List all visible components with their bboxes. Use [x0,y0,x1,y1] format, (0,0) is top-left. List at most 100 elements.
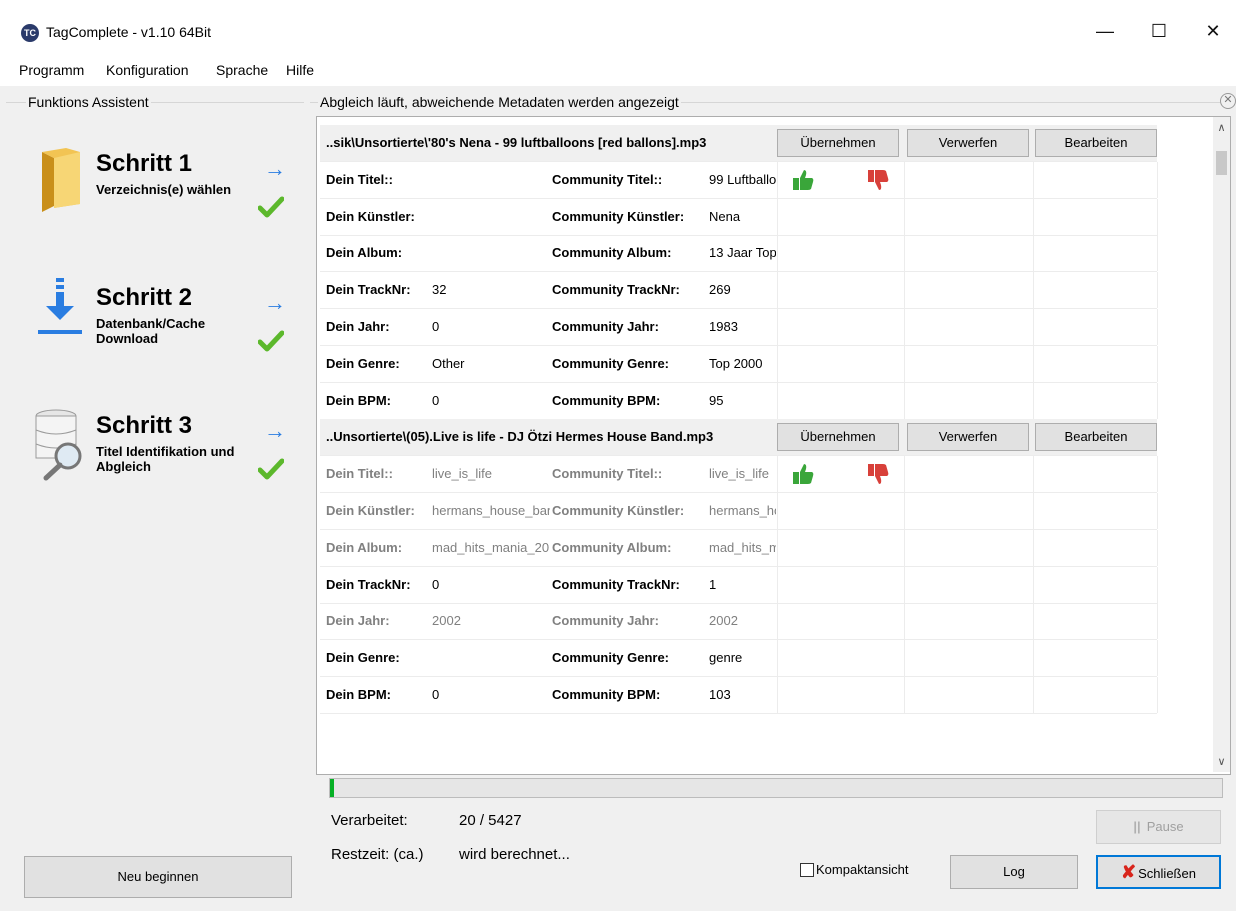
pause-label: Pause [1146,819,1184,834]
your-field-label: Dein BPM: [326,392,391,408]
cell-divider [1033,235,1034,272]
community-field-value: 99 Luftballons [709,171,776,187]
cell-divider [904,235,905,272]
your-field-value [432,640,550,676]
menu-programm[interactable]: Programm [19,62,84,78]
step-2[interactable]: Schritt 2 Datenbank/Cache Download → [6,278,304,394]
step-3[interactable]: Schritt 3 Titel Identifikation und Abgle… [6,409,304,522]
cell-divider [777,198,778,235]
scroll-down-icon[interactable]: ∨ [1213,755,1230,768]
cell-divider [1157,198,1158,235]
cell-divider [904,493,905,529]
cell-divider [1033,345,1034,382]
edit-button[interactable]: Bearbeiten [1035,423,1157,452]
community-field-value: Top 2000 [709,355,763,371]
comparison-list[interactable]: ..sik\Unsortierte\'80's Nena - 99 luftba… [316,116,1231,775]
table-row: Dein Genre: Other Community Genre: Top 2000 [320,345,1158,383]
thumbs-up-icon[interactable] [790,461,816,487]
table-row: Dein Album: mad_hits_mania_20 Community Al… [320,529,1158,567]
table-row: Dein Titel:: live_is_life Community Titel:… [320,456,1158,494]
database-search-icon [35,409,82,481]
community-field-label: Community Genre: [552,650,670,666]
cell-divider [1157,309,1158,345]
compact-view-checkbox[interactable] [800,863,814,877]
pause-button[interactable]: || Pause [1096,810,1221,844]
arrow-right-icon: → [264,290,286,315]
accept-button[interactable]: Übernehmen [777,129,899,157]
your-field-value: Other [432,355,465,371]
close-window-button[interactable]: ✕ [1190,14,1236,48]
your-field-label: Dein BPM: [326,687,391,702]
community-field-label: Community Album: [552,539,672,555]
close-circle-icon[interactable]: ✕ [1220,93,1236,109]
cell-divider [777,235,778,272]
table-row: Dein BPM: 0 Community BPM: 95 [320,382,1158,420]
cell-divider [777,272,778,309]
cell-divider [1033,529,1034,566]
community-field-label: Community Künstler: [552,208,685,224]
download-icon [38,278,82,334]
log-button[interactable]: Log [950,855,1078,889]
cell-divider [904,161,905,198]
step-2-subtitle: Datenbank/Cache Download [96,316,206,346]
community-field-label: Community Album: [552,245,672,261]
discard-button[interactable]: Verwerfen [907,129,1029,157]
minimize-button[interactable]: — [1082,14,1128,48]
discard-button[interactable]: Verwerfen [907,423,1029,452]
your-field-value: 0 [432,576,440,592]
thumbs-up-icon[interactable] [790,167,816,193]
cell-divider [904,603,905,640]
community-field-label: Community BPM: [552,687,661,702]
arrow-right-icon: → [264,418,286,443]
edit-button[interactable]: Bearbeiten [1035,129,1157,157]
cell-divider [777,345,778,382]
comparison-status-title: Abgleich läuft, abweichende Metadaten we… [318,94,681,110]
cell-divider [1157,566,1158,603]
arrow-right-icon: → [264,156,286,181]
scrollbar-thumb[interactable] [1216,151,1227,175]
cell-divider [1157,456,1158,493]
maximize-button[interactable]: ☐ [1136,14,1182,48]
your-field-label: Dein Genre: [326,355,400,371]
thumbs-down-icon[interactable] [865,167,891,193]
your-field-label: Dein Album: [326,539,403,555]
community-field-value: 269 [709,282,731,298]
scroll-up-icon[interactable]: ∧ [1213,121,1230,134]
your-field-value [432,199,550,235]
cell-divider [1033,566,1034,603]
cell-divider [777,493,778,529]
cell-divider [904,456,905,493]
table-row: Dein Jahr: 2002 Community Jahr: 2002 [320,603,1158,641]
cell-divider [1033,161,1034,198]
community-field-value: mad_hits_mania [709,539,776,555]
compact-view-label[interactable]: Kompaktansicht [816,862,909,877]
your-field-label: Dein Titel:: [326,466,393,482]
cell-divider [1033,198,1034,235]
your-field-label: Dein Titel:: [326,171,393,187]
thumbs-down-icon[interactable] [865,461,891,487]
processed-value: 20 / 5427 [459,812,522,829]
cell-divider [1157,235,1158,272]
menu-konfiguration[interactable]: Konfiguration [106,62,189,78]
community-field-label: Community Jahr: [552,613,659,629]
community-field-value: 13 Jaar Top [709,245,776,261]
restart-button[interactable]: Neu beginnen [24,856,292,898]
folder-icon [42,148,80,212]
community-field-value: Nena [709,208,741,224]
vertical-scrollbar[interactable]: ∧ ∨ [1213,117,1230,772]
menu-hilfe[interactable]: Hilfe [286,62,314,78]
community-field-value: 2002 [709,613,738,629]
step-1[interactable]: Schritt 1 Verzeichnis(e) wählen → [6,148,304,260]
step-1-title: Schritt 1 [96,150,193,177]
cell-divider [904,640,905,677]
close-button[interactable]: ✘ Schließen [1096,855,1221,889]
accept-button[interactable]: Übernehmen [777,423,899,452]
file-header-row: ..sik\Unsortierte\'80's Nena - 99 luftba… [320,125,1157,162]
step-2-title: Schritt 2 [96,284,193,311]
community-field-label: Community Titel:: [552,466,663,482]
table-row: Dein Titel:: Community Titel:: 99 Luftball… [320,161,1158,199]
menu-sprache[interactable]: Sprache [216,62,268,78]
table-row: Dein Album: Community Album: 13 Jaar Top [320,235,1158,273]
cell-divider [904,529,905,566]
menu-bar: Programm Konfiguration Sprache Hilfe [0,58,1236,86]
